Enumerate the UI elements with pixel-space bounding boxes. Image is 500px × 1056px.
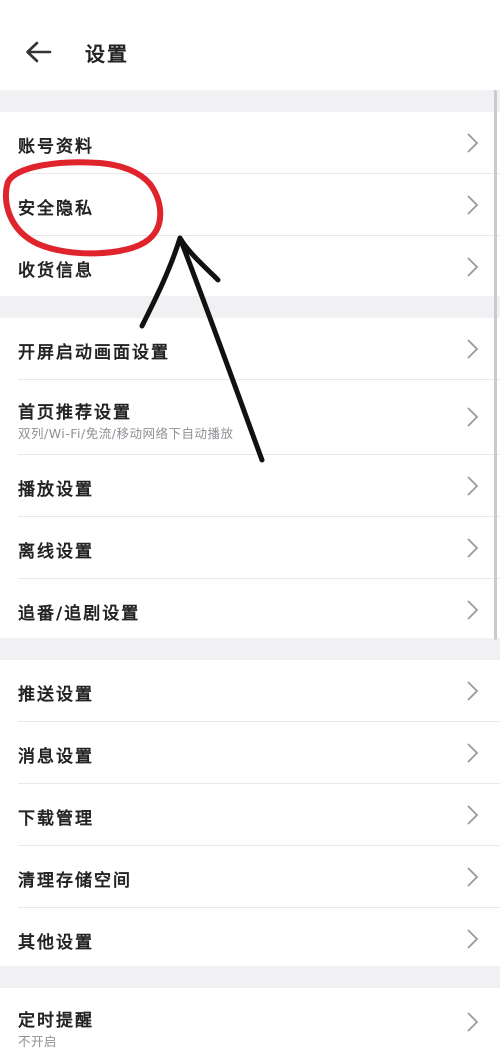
- page-title: 设置: [85, 42, 129, 66]
- arrow-left-icon: [26, 41, 52, 63]
- chevron-right-icon: [467, 407, 479, 427]
- chevron-right-icon: [467, 599, 479, 620]
- settings-item-label: 账号资料: [18, 137, 94, 157]
- chevron-right-icon: [467, 256, 479, 277]
- settings-item-security-privacy[interactable]: 安全隐私: [18, 174, 500, 236]
- settings-item-shipping-info[interactable]: 收货信息: [18, 236, 500, 297]
- settings-item-scheduled-reminder[interactable]: 定时提醒 不开启: [18, 988, 500, 1056]
- settings-item-label: 安全隐私: [18, 199, 94, 219]
- chevron-right-icon: [467, 804, 479, 825]
- settings-item-label: 推送设置: [18, 685, 94, 705]
- settings-item-downloads[interactable]: 下载管理: [18, 784, 500, 846]
- settings-item-label: 首页推荐设置: [18, 403, 132, 423]
- settings-section-reminder: 定时提醒 不开启: [0, 988, 500, 1056]
- settings-item-label: 离线设置: [18, 542, 94, 562]
- settings-item-label: 清理存储空间: [18, 871, 132, 891]
- chevron-right-icon: [467, 1012, 479, 1032]
- chevron-right-icon: [467, 132, 479, 153]
- settings-item-label: 追番/追剧设置: [18, 604, 141, 624]
- chevron-right-icon: [467, 537, 479, 558]
- settings-item-follow-series[interactable]: 追番/追剧设置: [18, 579, 500, 640]
- settings-item-label: 消息设置: [18, 747, 94, 767]
- back-button[interactable]: [18, 32, 58, 72]
- settings-item-label: 其他设置: [18, 933, 94, 953]
- chevron-right-icon: [467, 680, 479, 701]
- settings-item-label: 定时提醒: [18, 1011, 94, 1031]
- settings-item-push[interactable]: 推送设置: [18, 660, 500, 722]
- settings-item-label: 收货信息: [18, 261, 94, 281]
- settings-item-sublabel: 不开启: [18, 1034, 58, 1049]
- settings-item-label: 播放设置: [18, 480, 94, 500]
- settings-item-label: 开屏启动画面设置: [18, 343, 170, 363]
- settings-item-playback[interactable]: 播放设置: [18, 455, 500, 517]
- settings-section-system: 推送设置 消息设置 下载管理 清理存储空间 其他设置: [0, 660, 500, 966]
- settings-item-offline[interactable]: 离线设置: [18, 517, 500, 579]
- chevron-right-icon: [467, 866, 479, 887]
- chevron-right-icon: [467, 742, 479, 763]
- chevron-right-icon: [467, 928, 479, 949]
- settings-item-account-profile[interactable]: 账号资料: [18, 112, 500, 174]
- top-bar: 设置: [0, 0, 500, 90]
- settings-item-home-recommend[interactable]: 首页推荐设置 双列/Wi-Fi/免流/移动网络下自动播放: [18, 380, 500, 455]
- scrollbar[interactable]: [494, 90, 497, 640]
- settings-item-clear-storage[interactable]: 清理存储空间: [18, 846, 500, 908]
- settings-section-account: 账号资料 安全隐私 收货信息: [0, 112, 500, 296]
- settings-item-splash-screen[interactable]: 开屏启动画面设置: [18, 318, 500, 380]
- settings-item-messages[interactable]: 消息设置: [18, 722, 500, 784]
- settings-item-sublabel: 双列/Wi-Fi/免流/移动网络下自动播放: [18, 426, 234, 441]
- settings-item-other[interactable]: 其他设置: [18, 908, 500, 969]
- chevron-right-icon: [467, 475, 479, 496]
- settings-item-label: 下载管理: [18, 809, 94, 829]
- chevron-right-icon: [467, 338, 479, 359]
- settings-section-playback: 开屏启动画面设置 首页推荐设置 双列/Wi-Fi/免流/移动网络下自动播放 播放…: [0, 318, 500, 638]
- chevron-right-icon: [467, 194, 479, 215]
